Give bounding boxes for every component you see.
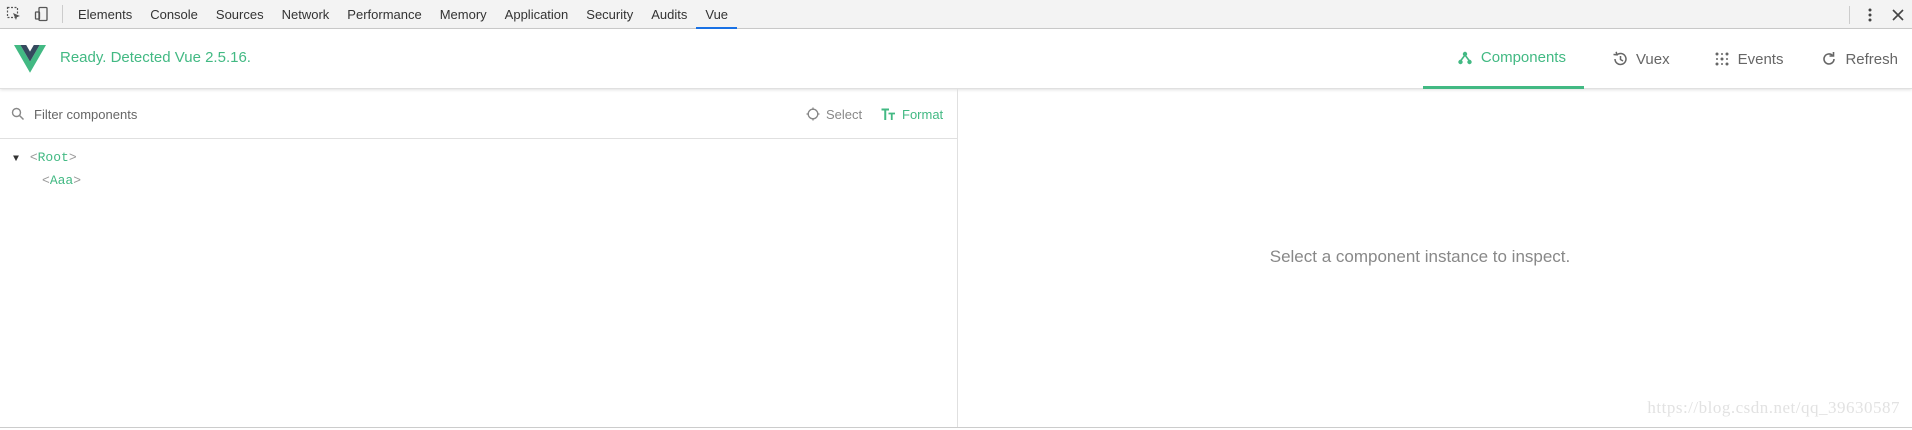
tab-vuex[interactable]: Vuex [1584,29,1700,89]
format-button[interactable]: Format [881,103,943,125]
components-toolbar: Select Format [0,89,958,139]
component-tree: ▼ <Root> <Aaa> [0,146,958,192]
tab-events[interactable]: Events [1700,29,1814,89]
tab-components-label: Components [1480,49,1566,66]
tab-sources[interactable]: Sources [207,0,273,29]
tag-open-bracket: < [42,173,50,188]
tab-events-label: Events [1737,50,1784,68]
tag-close-bracket: > [73,173,82,188]
vue-logo-icon [14,45,46,73]
tree-item-aaa[interactable]: <Aaa> [0,169,958,192]
select-label: Select [826,106,863,122]
component-name: Aaa [49,173,74,188]
tab-vuex-label: Vuex [1635,50,1670,68]
history-icon [1613,51,1627,66]
tab-application[interactable]: Application [496,0,578,29]
tab-components[interactable]: Components [1422,29,1584,89]
vue-nav: Components Vuex Events Refresh [1422,29,1912,89]
select-button[interactable]: Select [806,103,862,125]
components-pane: Select Format ▼ <Root> <Aaa> [0,89,958,427]
tab-security[interactable]: Security [577,0,642,29]
format-label: Format [902,106,944,122]
tag-close-bracket: > [68,150,77,165]
crosshair-icon [806,107,820,121]
tab-memory[interactable]: Memory [431,0,496,29]
filter-components-input[interactable] [34,102,534,126]
search-icon [11,107,25,121]
toolbar-divider [62,5,63,23]
events-icon [1715,52,1729,66]
tab-network[interactable]: Network [273,0,339,29]
text-format-icon [881,108,895,120]
inspect-element-icon[interactable] [0,0,28,28]
device-toolbar-icon[interactable] [28,0,56,28]
tab-elements[interactable]: Elements [69,0,141,29]
expand-arrow-icon[interactable]: ▼ [10,148,22,171]
more-options-icon[interactable] [1856,1,1884,29]
controls-divider [1849,5,1850,24]
close-icon[interactable] [1884,1,1912,29]
vue-devtools-header: Ready. Detected Vue 2.5.16. Components V… [0,29,1912,89]
tag-open-bracket: < [29,150,38,165]
components-icon [1458,51,1472,64]
refresh-icon [1823,52,1836,65]
vue-status-text: Ready. Detected Vue 2.5.16. [60,49,251,66]
tab-console[interactable]: Console [141,0,207,29]
tab-audits[interactable]: Audits [642,0,696,29]
devtools-tab-bar: Elements Console Sources Network Perform… [0,0,1912,29]
inspector-empty-message: Select a component instance to inspect. [1269,247,1571,266]
watermark-text: https://blog.csdn.net/qq_39630587 [1647,398,1900,417]
inspector-pane: Select a component instance to inspect. [958,89,1912,427]
bottom-border [0,427,1912,428]
devtools-window-controls [1843,0,1912,29]
tab-performance[interactable]: Performance [338,0,430,29]
component-name: Root [37,150,69,165]
tab-refresh[interactable]: Refresh [1813,29,1912,89]
tab-refresh-label: Refresh [1845,50,1898,68]
tree-item-root[interactable]: ▼ <Root> [0,146,958,169]
tab-vue[interactable]: Vue [696,0,738,29]
